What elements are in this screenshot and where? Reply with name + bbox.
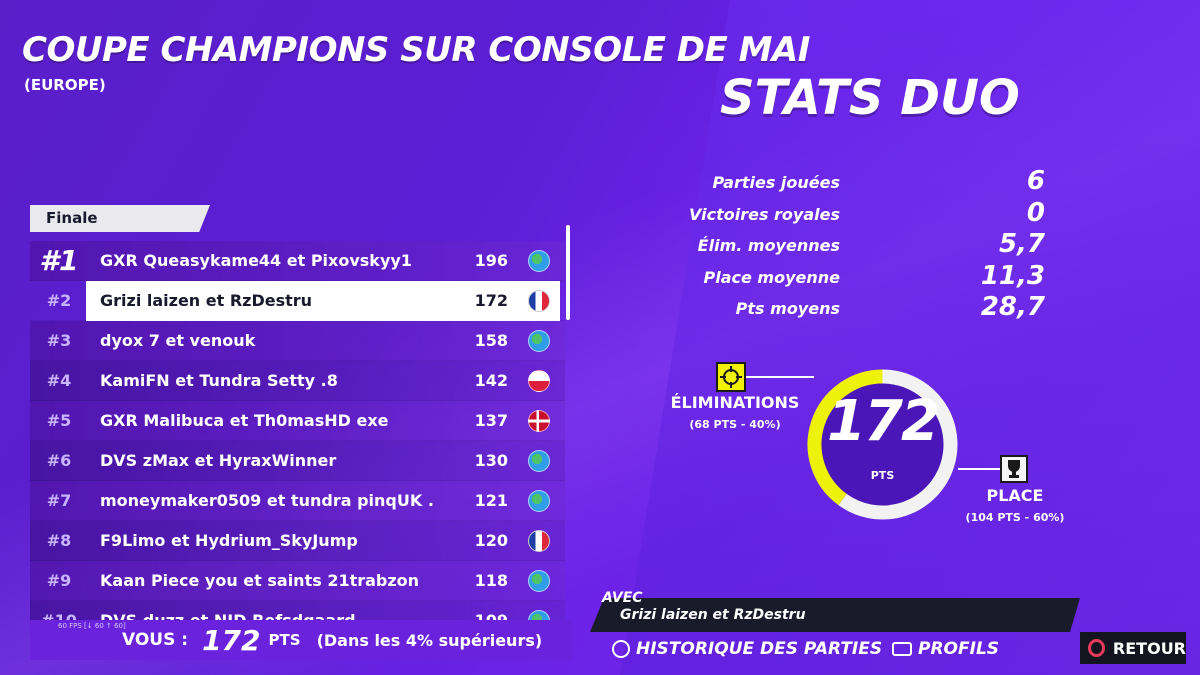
leaderboard-row[interactable]: #8 F9Limo et Hydrium_SkyJump 120 xyxy=(30,521,565,561)
profiles-label: PROFILS xyxy=(918,639,1000,659)
stats-title: STATS DUO xyxy=(720,70,1020,126)
points-donut: 172 PTS xyxy=(805,367,960,522)
tab-finale[interactable]: Finale xyxy=(30,205,210,232)
stat-label: Victoires royales xyxy=(689,204,840,224)
back-label: RETOUR xyxy=(1112,638,1186,658)
row-rank: #6 xyxy=(46,451,72,470)
you-percentile: (Dans les 4% supérieurs) xyxy=(316,630,543,650)
row-rank: #8 xyxy=(46,531,72,550)
leaderboard-row[interactable]: #6 DVS zMax et HyraxWinner 130 xyxy=(30,441,565,481)
row-points: 118 xyxy=(474,571,508,590)
leaderboard-rows: #1 GXR Queasykame44 et Pixovskyy1 196 #2 Gri… xyxy=(30,241,565,620)
teammate-name: Grizi laizen et RzDestru xyxy=(620,607,806,623)
row-rank: #1 xyxy=(39,244,79,277)
row-points: 120 xyxy=(474,531,508,550)
row-team-name: KamiFN et Tundra Setty .8 xyxy=(100,371,338,390)
row-points: 196 xyxy=(474,251,508,270)
globe-icon xyxy=(528,249,550,272)
france-flag-icon xyxy=(528,289,550,312)
stat-label: Parties jouées xyxy=(712,173,840,192)
place-sub: (104 PTS - 60%) xyxy=(965,511,1065,524)
row-team-name: DVS zMax et HyraxWinner xyxy=(100,451,337,470)
stat-value: 6 xyxy=(1026,166,1045,196)
leaderboard-row[interactable]: #9 Kaan Piece you et saints 21trabzon 118 xyxy=(30,561,565,601)
leaderboard-row[interactable]: #2 Grizi laizen et RzDestru 172 xyxy=(30,281,565,321)
elim-label: ÉLIMINATIONS xyxy=(670,393,800,412)
stat-value: 28,7 xyxy=(980,292,1045,322)
globe-icon xyxy=(528,569,550,592)
globe-icon xyxy=(528,489,550,512)
leaderboard-row[interactable]: #7 moneymaker0509 et tundra pinqUK . 121 xyxy=(30,481,565,521)
circle-button-icon xyxy=(1088,639,1105,657)
fps-counter: 60 FPS [↓ 60 ↑ 60] xyxy=(58,622,126,630)
row-rank: #2 xyxy=(46,291,72,310)
row-points: 158 xyxy=(474,331,508,350)
stats-list: Parties jouées 6 Victoires royales 0 Éli… xyxy=(689,166,1060,328)
stat-value: 11,3 xyxy=(980,260,1045,291)
row-rank: #10 xyxy=(30,611,88,620)
leaderboard-row[interactable]: #10DVS duzz et NID Refsdgaard109 xyxy=(30,601,565,620)
donut-unit: PTS xyxy=(870,469,895,482)
row-points: 130 xyxy=(474,451,508,470)
globe-icon xyxy=(528,449,550,472)
teammate-label: AVEC xyxy=(602,590,643,606)
crosshair-icon xyxy=(716,362,746,392)
row-rank: #5 xyxy=(46,411,72,430)
you-points: 172 xyxy=(202,623,261,657)
denmark-flag-icon xyxy=(528,409,550,432)
row-team-name: F9Limo et Hydrium_SkyJump xyxy=(100,531,358,550)
place-connector xyxy=(958,468,1000,470)
france-flag-icon xyxy=(528,529,550,552)
stat-value: 0 xyxy=(1026,197,1045,228)
scrollbar[interactable] xyxy=(566,225,570,320)
stat-value: 5,7 xyxy=(998,229,1045,259)
leaderboard-row[interactable]: #4 KamiFN et Tundra Setty .8 142 xyxy=(30,361,565,401)
row-rank: #7 xyxy=(46,491,72,510)
row-rank: #3 xyxy=(46,331,72,350)
trophy-icon xyxy=(1000,455,1028,483)
row-points: 142 xyxy=(474,371,508,390)
globe-icon xyxy=(528,329,550,352)
globe-icon xyxy=(528,609,550,620)
place-label: PLACE xyxy=(986,486,1044,505)
row-team-name: dyox 7 et venouk xyxy=(100,331,256,350)
row-points: 109 xyxy=(448,611,508,620)
row-team-name: GXR Malibuca et Th0masHD exe xyxy=(100,411,389,430)
leaderboard-row[interactable]: #5 GXR Malibuca et Th0masHD exe 137 xyxy=(30,401,565,441)
leaderboard-row[interactable]: #3 dyox 7 et venouk 158 xyxy=(30,321,565,361)
poland-flag-icon xyxy=(528,369,550,392)
stat-label: Place moyenne xyxy=(703,267,841,287)
stat-row-games: Parties jouées 6 xyxy=(700,166,1060,202)
stat-label: Élim. moyennes xyxy=(697,236,840,255)
page-title: COUPE CHAMPIONS SUR CONSOLE DE MAI xyxy=(22,30,810,70)
back-button[interactable]: RETOUR xyxy=(1080,632,1186,664)
you-unit: PTS xyxy=(268,631,301,649)
square-button-icon xyxy=(612,640,630,658)
row-team-name: Kaan Piece you et saints 21trabzon xyxy=(100,571,420,590)
row-rank: #4 xyxy=(46,371,72,390)
donut-total: 172 xyxy=(827,389,940,454)
row-team-name: DVS duzz et NID Refsdgaard xyxy=(88,611,448,620)
match-history-label: HISTORIQUE DES PARTIES xyxy=(636,639,883,659)
match-history-button[interactable]: HISTORIQUE DES PARTIES xyxy=(612,639,882,659)
keyboard-icon xyxy=(892,642,912,656)
row-rank: #9 xyxy=(46,571,72,590)
row-team-name: GXR Queasykame44 et Pixovskyy1 xyxy=(100,251,412,270)
stat-row-avg-pts: Pts moyens 28,7 xyxy=(700,292,1060,328)
leaderboard-row[interactable]: #1 GXR Queasykame44 et Pixovskyy1 196 xyxy=(30,241,565,281)
row-points: 137 xyxy=(474,411,508,430)
profiles-button[interactable]: PROFILS xyxy=(892,639,999,659)
row-points: 121 xyxy=(474,491,508,510)
region-label: (EUROPE) xyxy=(24,76,106,94)
you-label: VOUS : xyxy=(122,630,189,650)
row-points: 172 xyxy=(474,291,508,310)
stat-label: Pts moyens xyxy=(735,299,840,318)
row-team-name: moneymaker0509 et tundra pinqUK . xyxy=(100,491,434,510)
elim-connector xyxy=(746,376,814,378)
row-team-name: Grizi laizen et RzDestru xyxy=(100,291,313,310)
leaderboard: Finale #1 GXR Queasykame44 et Pixovskyy1 1… xyxy=(30,205,575,620)
elim-sub: (68 PTS - 40%) xyxy=(689,418,781,431)
